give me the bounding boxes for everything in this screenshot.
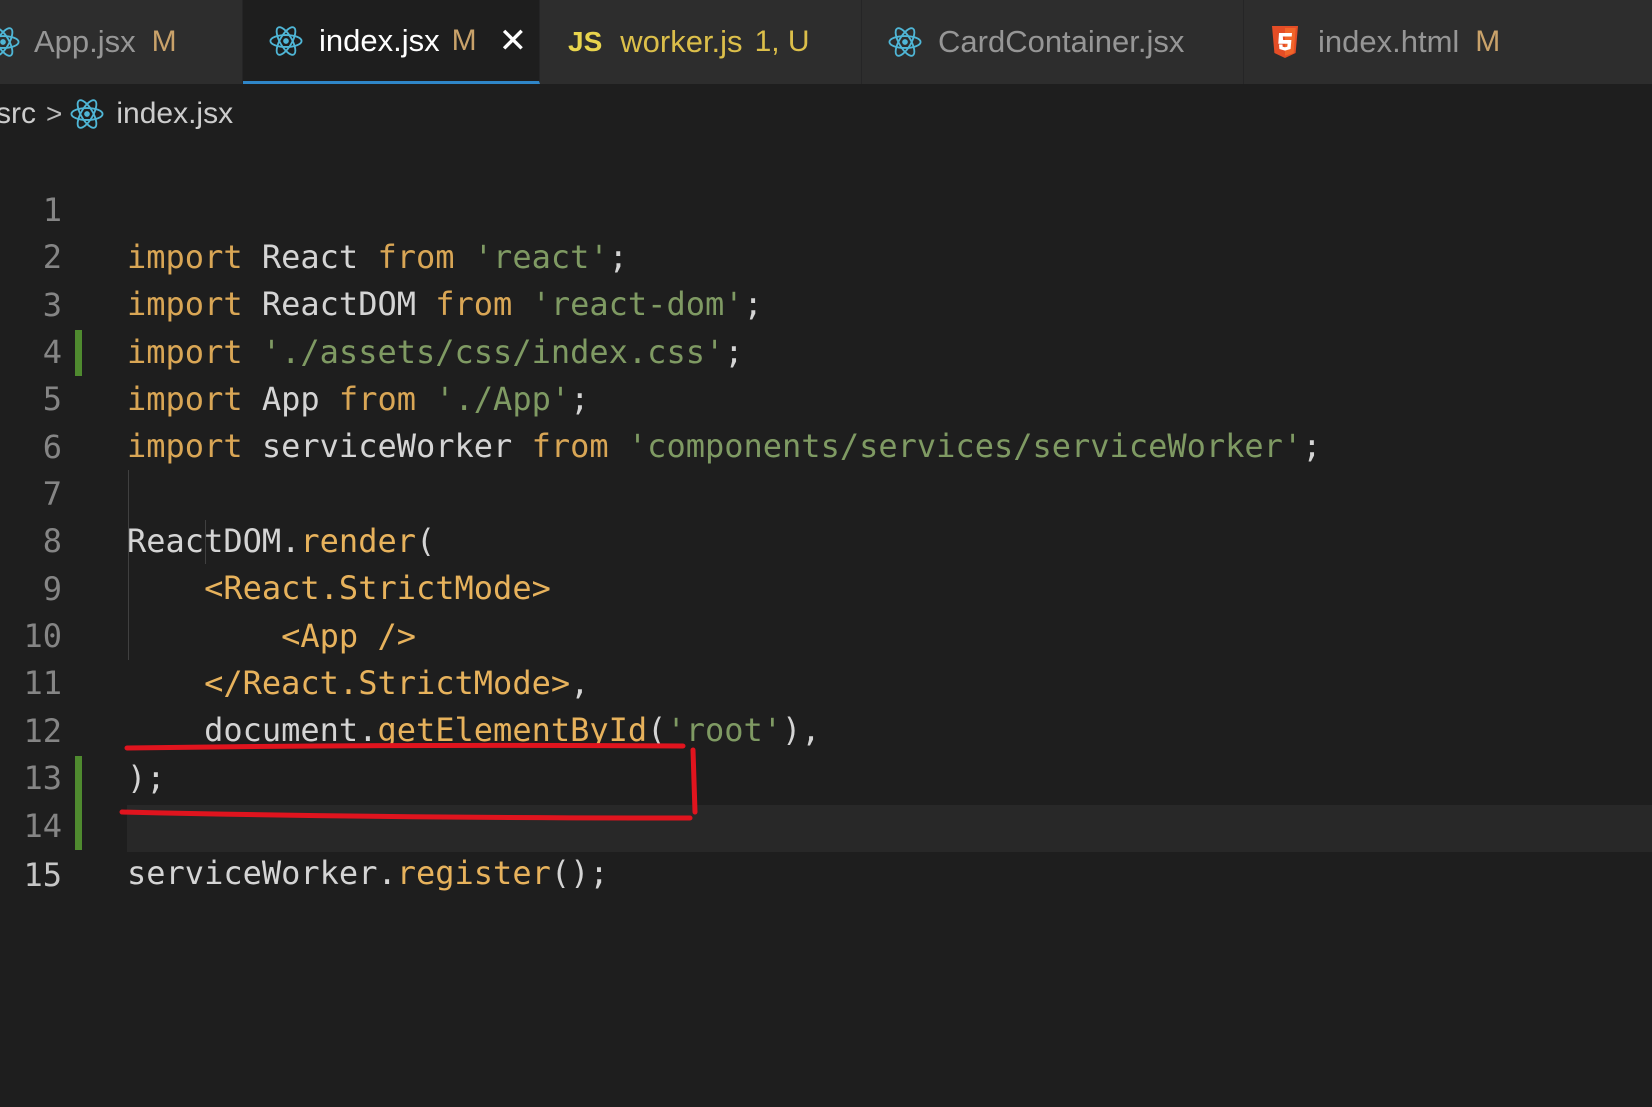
- code-editor: App.jsx M index.jsx M ✕ JS worker.js 1, …: [0, 0, 1652, 1107]
- html5-icon: [1270, 25, 1300, 59]
- react-icon: [0, 25, 20, 59]
- code-line[interactable]: 9 <App />: [0, 519, 1652, 655]
- breadcrumb: src > index.jsx: [0, 84, 1652, 144]
- react-icon: [269, 24, 303, 58]
- tab-app-jsx[interactable]: App.jsx M: [0, 0, 243, 84]
- tab-bar: App.jsx M index.jsx M ✕ JS worker.js 1, …: [0, 0, 1652, 84]
- code-line[interactable]: 1 import React from 'react';: [0, 140, 1652, 276]
- tab-label: worker.js: [620, 24, 743, 59]
- code-line[interactable]: 11 document.getElementById('root'),: [0, 613, 1652, 749]
- line-number: 15: [23, 856, 62, 894]
- code-line[interactable]: 13: [0, 708, 1652, 797]
- code-line[interactable]: 14 serviceWorker.register();: [0, 756, 1652, 892]
- js-icon: JS: [568, 26, 603, 57]
- code-line[interactable]: 8 <React.StrictMode>: [0, 471, 1652, 607]
- breadcrumb-file[interactable]: index.jsx: [116, 97, 233, 131]
- tab-index-html[interactable]: index.html M: [1244, 0, 1652, 84]
- react-icon: [888, 25, 922, 59]
- tab-status: 1, U: [754, 25, 810, 58]
- code-line[interactable]: 5 import serviceWorker from 'components/…: [0, 329, 1652, 465]
- tab-status: M: [151, 25, 177, 58]
- code-line[interactable]: 10 </React.StrictMode>,: [0, 566, 1652, 702]
- code-text: ();: [550, 854, 609, 892]
- code-line[interactable]: 3 import './assets/css/index.css';: [0, 235, 1652, 371]
- code-line[interactable]: 2 import ReactDOM from 'react-dom';: [0, 187, 1652, 323]
- code-line[interactable]: 4 import App from './App';: [0, 282, 1652, 418]
- tab-worker-js[interactable]: JS worker.js 1, U: [540, 0, 862, 84]
- tab-label: App.jsx: [34, 24, 136, 59]
- tab-label: index.html: [1318, 24, 1460, 59]
- chevron-right-icon: >: [46, 98, 63, 129]
- close-icon[interactable]: ✕: [499, 24, 528, 58]
- tab-label: CardContainer.jsx: [938, 24, 1185, 59]
- tab-status: M: [451, 23, 477, 57]
- code-text: serviceWorker.: [127, 854, 397, 892]
- tab-status: M: [1475, 25, 1501, 58]
- tab-index-jsx[interactable]: index.jsx M ✕: [243, 0, 540, 84]
- code-line[interactable]: 6: [0, 377, 1652, 466]
- function-name: register: [396, 854, 551, 892]
- code-line[interactable]: 7 ReactDOM.render(: [0, 424, 1652, 560]
- tab-cardcontainer-jsx[interactable]: CardContainer.jsx: [862, 0, 1244, 84]
- code-line-current[interactable]: 15: [0, 805, 1652, 894]
- react-icon: [70, 97, 104, 131]
- tab-label: index.jsx: [319, 22, 440, 58]
- code-line[interactable]: 12 );: [0, 661, 1652, 797]
- breadcrumb-folder[interactable]: src: [0, 97, 36, 131]
